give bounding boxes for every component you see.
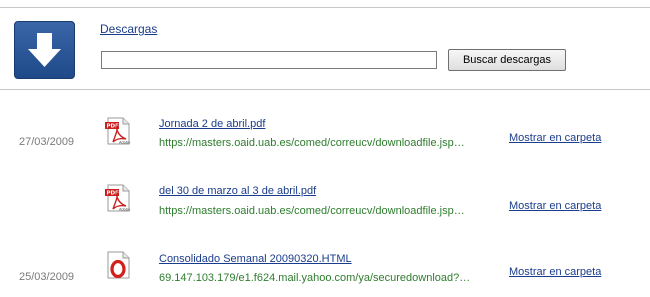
- opera-html-file-icon: [107, 251, 130, 279]
- show-in-folder-link[interactable]: Mostrar en carpeta: [509, 266, 601, 278]
- download-date: 25/03/2009: [19, 271, 75, 283]
- download-date: 27/03/2009: [19, 136, 75, 148]
- downloads-title-link[interactable]: Descargas: [100, 22, 157, 36]
- svg-text:Adobe: Adobe: [119, 141, 131, 145]
- downloads-logo-icon: [14, 21, 75, 79]
- download-url: https://masters.oaid.uab.es/comed/correu…: [159, 137, 465, 149]
- pdf-file-icon: PDF Adobe: [105, 117, 131, 145]
- show-in-folder-link[interactable]: Mostrar en carpeta: [509, 200, 601, 212]
- download-url: https://masters.oaid.uab.es/comed/correu…: [159, 205, 465, 217]
- download-file-name-link[interactable]: Consolidado Semanal 20090320.HTML: [159, 253, 352, 265]
- top-divider: [0, 7, 650, 8]
- show-in-folder-link[interactable]: Mostrar en carpeta: [509, 132, 601, 144]
- download-file-name-link[interactable]: Jornada 2 de abril.pdf: [159, 118, 265, 130]
- pdf-file-icon: PDF Adobe: [105, 184, 131, 212]
- search-downloads-button[interactable]: Buscar descargas: [448, 49, 566, 71]
- svg-text:Adobe: Adobe: [119, 208, 131, 212]
- download-url: 69.147.103.179/e1.f624.mail.yahoo.com/ya…: [159, 272, 471, 284]
- header-divider: [0, 89, 650, 90]
- download-file-name-link[interactable]: del 30 de marzo al 3 de abril.pdf: [159, 185, 316, 197]
- search-input[interactable]: [101, 51, 437, 69]
